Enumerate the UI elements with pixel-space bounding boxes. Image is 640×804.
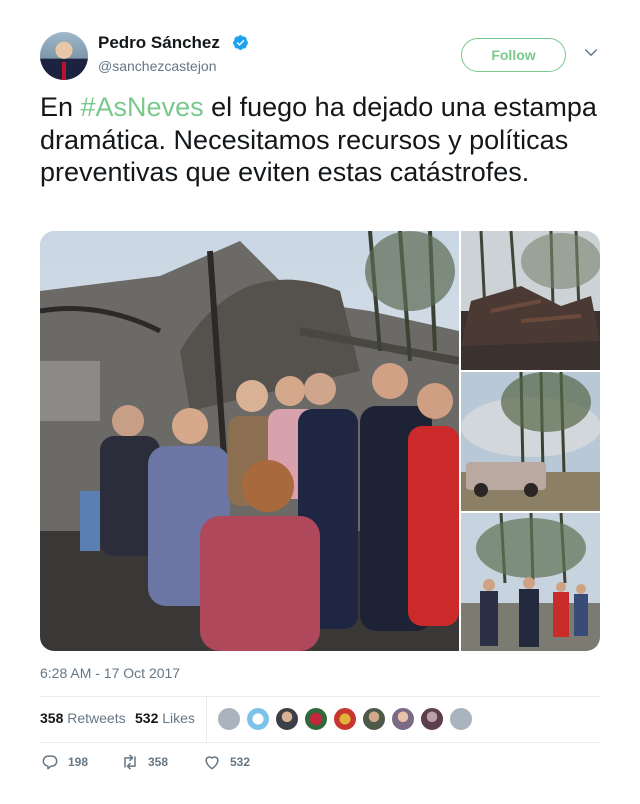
- liker-avatar[interactable]: [333, 707, 357, 731]
- verified-badge-icon: [233, 35, 248, 50]
- follow-button[interactable]: Follow: [461, 38, 566, 72]
- liker-avatar[interactable]: [304, 707, 328, 731]
- divider: [40, 696, 600, 697]
- reply-icon: [42, 755, 58, 770]
- divider: [40, 742, 600, 743]
- author-handle[interactable]: @sanchezcastejon: [98, 58, 217, 74]
- like-count: 532: [230, 755, 251, 769]
- hashtag-link[interactable]: #AsNeves: [81, 92, 204, 122]
- tweet-card: Pedro Sánchez @sanchezcastejon Follow En…: [0, 0, 640, 804]
- liker-avatar[interactable]: [246, 707, 270, 731]
- tweet-timestamp[interactable]: 6:28 AM - 17 Oct 2017: [40, 665, 180, 681]
- retweet-icon: [124, 754, 136, 770]
- likes-label: Likes: [162, 710, 195, 726]
- retweets-label: Retweets: [67, 710, 126, 726]
- media-photo-thumb-3[interactable]: [461, 513, 600, 651]
- liker-avatar[interactable]: [362, 707, 386, 731]
- likes-count: 532: [135, 710, 159, 726]
- reply-count: 198: [68, 755, 89, 769]
- media-photo-thumb-1[interactable]: [461, 231, 600, 370]
- stats-divider: [206, 696, 207, 741]
- liker-avatar[interactable]: [420, 707, 444, 731]
- liker-avatar[interactable]: [449, 707, 473, 731]
- liker-avatar[interactable]: [275, 707, 299, 731]
- liker-avatar[interactable]: [391, 707, 415, 731]
- tweet-text-start: En: [40, 92, 81, 122]
- retweets-stat[interactable]: 358 Retweets: [40, 710, 126, 726]
- media-photo-thumb-2[interactable]: [461, 372, 600, 511]
- reply-button[interactable]: 198: [40, 752, 88, 772]
- like-button[interactable]: 532: [202, 752, 250, 772]
- author-display-name[interactable]: Pedro Sánchez: [98, 33, 220, 53]
- media-grid: [40, 231, 600, 651]
- retweet-count: 358: [148, 755, 169, 769]
- tweet-text: En #AsNeves el fuego ha dejado una estam…: [40, 91, 605, 189]
- heart-icon: [205, 756, 219, 770]
- chevron-down-icon[interactable]: [582, 44, 600, 62]
- author-avatar[interactable]: [40, 32, 88, 80]
- media-photo-main[interactable]: [40, 231, 459, 651]
- likes-stat[interactable]: 532 Likes: [135, 710, 195, 726]
- retweets-count: 358: [40, 710, 64, 726]
- retweet-button[interactable]: 358: [120, 752, 168, 772]
- liker-avatar[interactable]: [217, 707, 241, 731]
